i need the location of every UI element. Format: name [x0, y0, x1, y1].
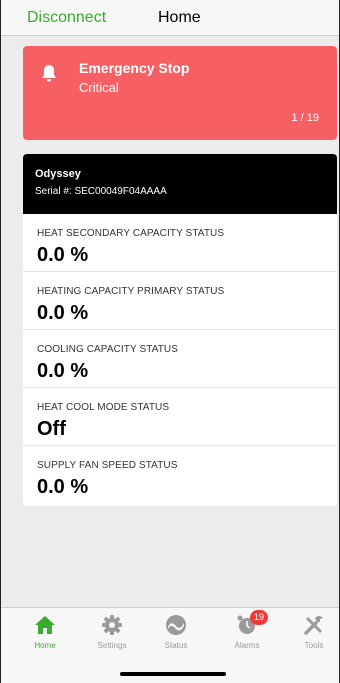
navigation-bar: Disconnect Home	[1, 0, 339, 36]
alert-title: Emergency Stop	[79, 60, 190, 76]
status-row: SUPPLY FAN SPEED STATUS 0.0 %	[23, 446, 337, 504]
home-indicator	[120, 672, 226, 676]
home-icon	[35, 616, 55, 634]
tab-home[interactable]: Home	[15, 614, 75, 650]
device-name: Odyssey	[35, 168, 81, 180]
status-value: 0.0 %	[37, 244, 89, 266]
status-label: HEATING CAPACITY PRIMARY STATUS	[37, 286, 225, 297]
status-value: 0.0 %	[37, 476, 89, 498]
tab-label: Tools	[304, 641, 324, 650]
alert-card[interactable]: Emergency Stop Critical 1 / 19	[23, 46, 337, 140]
gear-icon	[102, 615, 122, 635]
tab-label: Settings	[97, 641, 127, 650]
status-label: HEAT SECONDARY CAPACITY STATUS	[37, 228, 225, 239]
device-card: Odyssey Serial #: SEC00049F04AAAA HEAT S…	[23, 154, 337, 506]
device-serial: Serial #: SEC00049F04AAAA	[35, 186, 167, 197]
status-label: COOLING CAPACITY STATUS	[37, 344, 179, 355]
alarm-count-badge: 19	[250, 610, 268, 625]
tab-label: Home	[34, 641, 56, 650]
tab-alarms[interactable]: 19 Alarms	[217, 610, 277, 650]
tab-settings[interactable]: Settings	[82, 614, 142, 650]
alert-severity: Critical	[79, 80, 119, 95]
gauge-icon	[166, 615, 186, 635]
tab-status[interactable]: Status	[146, 614, 206, 650]
app-screen: Disconnect Home Emergency Stop Critical …	[0, 0, 340, 683]
tab-label: Alarms	[234, 641, 260, 650]
status-value: 0.0 %	[37, 302, 89, 324]
status-row: HEAT COOL MODE STATUS Off	[23, 388, 337, 446]
alert-pager: 1 / 19	[291, 112, 319, 124]
status-row: HEAT SECONDARY CAPACITY STATUS 0.0 %	[23, 214, 337, 272]
disconnect-button[interactable]: Disconnect	[27, 9, 106, 27]
status-row: COOLING CAPACITY STATUS 0.0 %	[23, 330, 337, 388]
tools-icon	[304, 616, 323, 635]
tab-label: Status	[164, 641, 188, 650]
status-value: 0.0 %	[37, 360, 89, 382]
status-value: Off	[37, 418, 66, 440]
tab-tools[interactable]: Tools	[284, 614, 340, 650]
page-title: Home	[158, 9, 201, 26]
status-label: SUPPLY FAN SPEED STATUS	[37, 460, 178, 471]
status-label: HEAT COOL MODE STATUS	[37, 402, 170, 413]
bell-icon	[42, 65, 56, 82]
status-row: HEATING CAPACITY PRIMARY STATUS 0.0 %	[23, 272, 337, 330]
device-header[interactable]: Odyssey Serial #: SEC00049F04AAAA	[23, 154, 337, 214]
